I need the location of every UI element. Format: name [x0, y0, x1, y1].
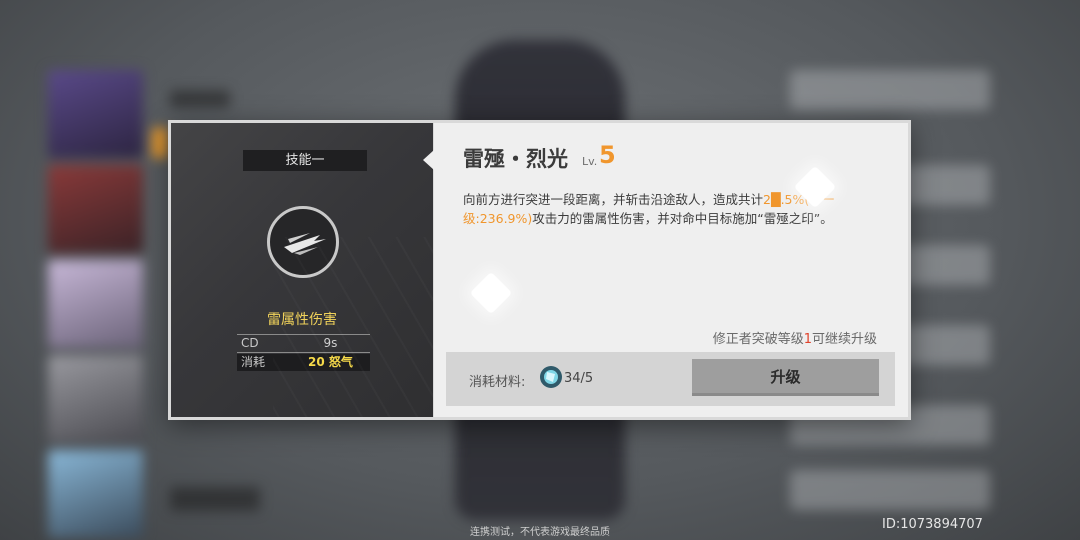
upgrade-note-level: 1	[803, 332, 812, 347]
skill-list-item	[790, 470, 990, 510]
slash-blade-icon	[267, 206, 339, 278]
upgrade-note-text: 可继续升级	[811, 332, 877, 347]
character-portrait	[48, 165, 143, 253]
skill-summary-panel: 技能一 雷属性伤害 CD 9s 消耗 20 怒气	[171, 123, 433, 417]
skill-list-item	[790, 70, 990, 110]
stat-row-cost: 消耗 20 怒气	[237, 354, 370, 371]
character-portrait	[48, 260, 143, 348]
character-roster	[48, 70, 143, 538]
upgrade-requirement: 修正者突破等级1可继续升级	[713, 328, 877, 347]
stat-value: 9s	[323, 336, 338, 350]
material-label: 消耗材料:	[469, 375, 526, 390]
user-id: ID:1073894707	[882, 517, 983, 532]
skill-detail-panel: 雷殛・烈光 Lv. 5 向前方进行突进一段距离，并斩击沿途敌人，造成共计2█.5…	[434, 123, 908, 417]
desc-text: 向前方进行突进一段距离，并斩击沿途敌人，造成共计	[463, 192, 764, 207]
upgrade-note-text: 修正者突破等级	[712, 332, 804, 347]
skill-name: 雷殛・烈光	[463, 147, 568, 171]
desc-text: 攻击力的雷属性伤害，并对命中目标施加“雷殛之印”。	[532, 211, 833, 226]
blurred-button	[170, 487, 260, 511]
stat-label: 消耗	[241, 355, 266, 369]
level-label: Lv.	[582, 155, 598, 168]
stat-value: 20 怒气	[308, 355, 353, 369]
upgrade-button[interactable]: 升级	[692, 359, 879, 396]
character-portrait	[48, 355, 143, 443]
level-value: 5	[599, 141, 616, 169]
character-portrait	[48, 70, 143, 158]
damage-type-label: 雷属性伤害	[267, 312, 337, 328]
skill-dialog: 技能一 雷属性伤害 CD 9s 消耗 20 怒气 雷殛・烈光 Lv. 5 向前方…	[168, 120, 911, 420]
upgrade-footer: 消耗材料: 34/5 升级	[446, 352, 895, 406]
stat-row-cd: CD 9s	[237, 334, 370, 353]
skill-tab-label: 技能一	[243, 150, 367, 171]
blurred-label	[170, 90, 230, 108]
material-count: 34/5	[564, 371, 594, 386]
crystal-material-icon[interactable]	[538, 364, 564, 390]
panel-pointer	[423, 150, 434, 170]
stat-label: CD	[241, 336, 259, 350]
selected-marker	[152, 128, 168, 158]
